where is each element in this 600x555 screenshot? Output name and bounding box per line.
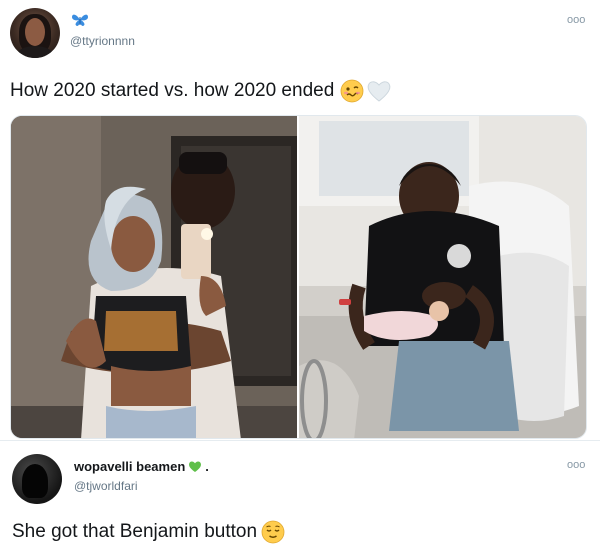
reply-more-options-button[interactable]: ooo: [567, 459, 585, 471]
tweet: @ttyrionnnn ooo How 2020 started vs. how…: [0, 0, 600, 440]
butterfly-icon: [72, 14, 88, 26]
tweet-media[interactable]: [10, 115, 587, 439]
tweet-text: How 2020 started vs. how 2020 ended: [10, 80, 335, 101]
relieved-face-emoji: [261, 520, 285, 544]
reply-name-suffix: .: [205, 459, 209, 474]
reply-avatar[interactable]: [12, 454, 62, 504]
photo-2020-started[interactable]: [11, 116, 297, 438]
reply-name-row: wopavelli beamen .: [74, 459, 209, 474]
tweet-text-row: How 2020 started vs. how 2020 ended: [10, 79, 392, 103]
reply-author-name[interactable]: wopavelli beamen: [74, 459, 185, 474]
photo-2020-ended[interactable]: [299, 116, 586, 438]
reply-tweet: wopavelli beamen . @tjworldfari ooo She …: [0, 440, 600, 555]
reply-text-row: She got that Benjamin button: [12, 520, 285, 544]
white-heart-emoji: [367, 81, 391, 102]
green-heart-icon: [189, 461, 202, 472]
author-avatar[interactable]: [10, 8, 60, 58]
author-handle[interactable]: @ttyrionnnn: [70, 34, 135, 48]
reply-text: She got that Benjamin button: [12, 521, 258, 542]
more-options-button[interactable]: ooo: [567, 14, 585, 26]
woozy-face-emoji: [340, 79, 364, 103]
reply-author-handle[interactable]: @tjworldfari: [74, 479, 138, 493]
